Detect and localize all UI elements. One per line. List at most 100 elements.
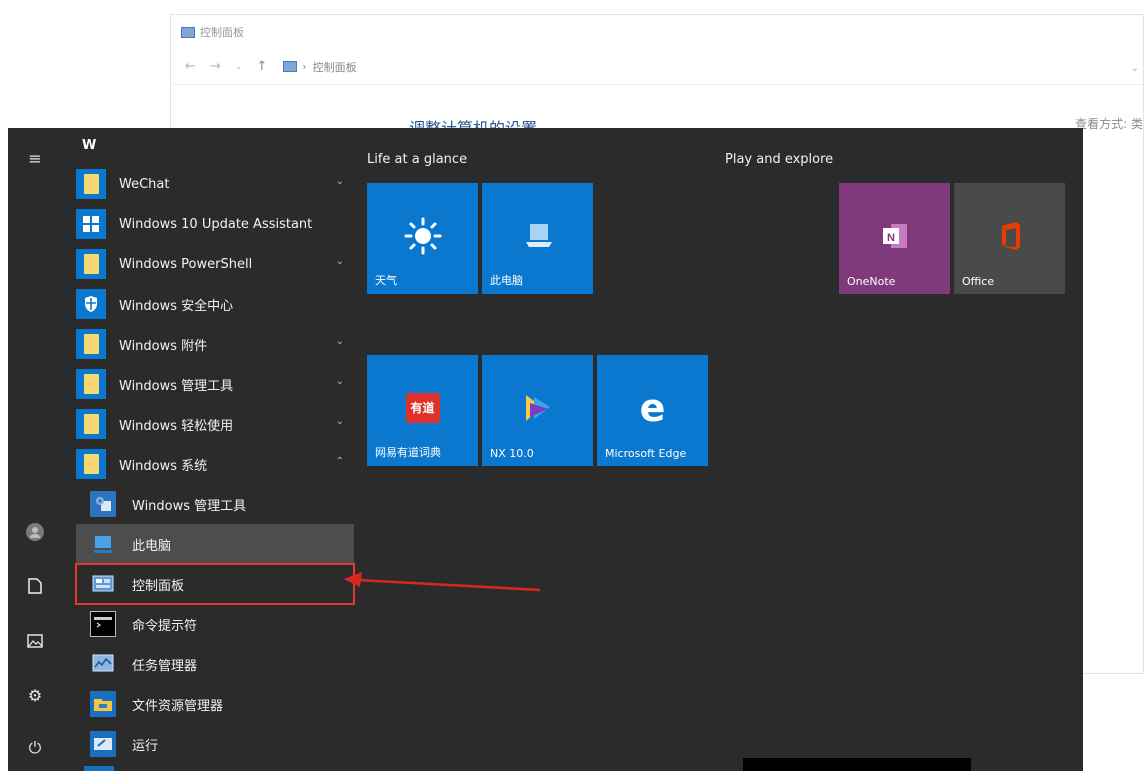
youdao-logo-icon: 有道 [405, 393, 440, 424]
address-bar[interactable]: ← → ⌄ ↑ › 控制面板 [171, 49, 1143, 85]
app-item-file-explorer[interactable]: 文件资源管理器 [76, 684, 354, 724]
app-item-task-manager[interactable]: 任务管理器 [76, 644, 354, 684]
chevron-down-icon[interactable]: ⌄ [336, 416, 344, 427]
app-item-windows-security[interactable]: Windows 安全中心 [76, 284, 354, 324]
tile-label: Microsoft Edge [605, 447, 687, 460]
app-label: Windows 10 Update Assistant [119, 216, 313, 232]
edge-logo-icon: e [639, 386, 666, 431]
app-label: 命令提示符 [132, 618, 198, 634]
nx-logo-icon [525, 395, 550, 422]
up-arrow-icon[interactable]: ↑ [256, 59, 267, 74]
next-app-icon-partial [84, 766, 114, 771]
app-item-windows-accessories[interactable]: Windows 附件 ⌄ [76, 324, 354, 364]
folder-icon [76, 169, 106, 199]
app-item-wechat[interactable]: WeChat ⌄ [76, 164, 354, 204]
app-label: Windows 系统 [119, 458, 208, 474]
app-item-control-panel[interactable]: 控制面板 [75, 563, 355, 605]
tile-label: 此电脑 [490, 274, 523, 287]
letter-header[interactable]: W [82, 138, 96, 153]
admin-tools-icon [90, 491, 116, 517]
tile-onenote[interactable]: N OneNote [839, 183, 950, 294]
app-label: Windows 安全中心 [119, 298, 234, 314]
folder-open-icon [76, 449, 106, 479]
app-label: Windows PowerShell [119, 256, 253, 272]
recent-dropdown-icon[interactable]: ⌄ [235, 62, 243, 72]
app-label: 此电脑 [132, 538, 172, 554]
start-rail: ≡ ⚙ ⏻ [8, 128, 62, 771]
app-label: 控制面板 [132, 578, 185, 594]
tile-label: 网易有道词典 [375, 446, 441, 459]
tile-label: OneNote [847, 275, 896, 288]
file-explorer-icon [90, 691, 116, 717]
tile-nx[interactable]: NX 10.0 [482, 355, 593, 466]
settings-gear-icon[interactable]: ⚙ [22, 683, 48, 709]
app-label: WeChat [119, 176, 170, 192]
app-label: 运行 [132, 738, 159, 754]
app-label: Windows 附件 [119, 338, 208, 354]
tile-label: Office [962, 275, 995, 288]
tile-office[interactable]: Office [954, 183, 1065, 294]
breadcrumb-separator-icon: › [302, 60, 307, 73]
app-label: Windows 轻松使用 [119, 418, 234, 434]
pictures-icon[interactable] [22, 630, 48, 656]
control-panel-icon [181, 26, 195, 38]
folder-icon [76, 329, 106, 359]
folder-icon [76, 249, 106, 279]
svg-text:N: N [887, 232, 895, 244]
chevron-down-icon[interactable]: ⌄ [336, 176, 344, 187]
breadcrumb[interactable]: 控制面板 [313, 59, 357, 75]
run-icon [90, 731, 116, 757]
taskbar-fragment [743, 758, 971, 771]
app-item-windows-system[interactable]: Windows 系统 ⌃ [76, 444, 354, 484]
app-item-windows-ease-of-access[interactable]: Windows 轻松使用 ⌄ [76, 404, 354, 444]
forward-arrow-icon[interactable]: → [210, 59, 221, 74]
command-prompt-icon [90, 611, 116, 637]
app-item-this-pc[interactable]: 此电脑 [76, 524, 354, 564]
user-avatar-icon[interactable] [22, 523, 48, 549]
windows-logo-icon [76, 209, 106, 239]
folder-icon [76, 409, 106, 439]
app-item-windows-update-assistant[interactable]: Windows 10 Update Assistant [76, 204, 354, 244]
documents-icon[interactable] [22, 576, 48, 602]
window-title: 控制面板 [200, 26, 244, 39]
app-item-admin-tools[interactable]: Windows 管理工具 [76, 484, 354, 524]
power-icon[interactable]: ⏻ [22, 735, 48, 761]
control-panel-icon [90, 571, 116, 597]
app-item-windows-admin-tools[interactable]: Windows 管理工具 ⌄ [76, 364, 354, 404]
computer-icon [90, 531, 116, 557]
app-item-run[interactable]: 运行 [76, 724, 354, 764]
app-item-command-prompt[interactable]: 命令提示符 [76, 604, 354, 644]
group-title-play-and-explore[interactable]: Play and explore [725, 152, 833, 167]
start-menu: ≡ ⚙ ⏻ W WeChat ⌄ Windows 10 Update Assis… [8, 128, 1083, 771]
app-label: Windows 管理工具 [132, 498, 247, 514]
shield-icon [76, 289, 106, 319]
hamburger-menu-icon[interactable]: ≡ [22, 146, 48, 172]
onenote-logo-icon: N [882, 224, 907, 249]
task-manager-icon [90, 651, 116, 677]
group-title-life-at-a-glance[interactable]: Life at a glance [367, 152, 467, 167]
window-titlebar: 控制面板 [171, 15, 1143, 49]
view-by-selector[interactable]: 查看方式: 类 [1075, 115, 1143, 132]
sun-icon [404, 217, 441, 255]
app-list: W WeChat ⌄ Windows 10 Update Assistant W… [70, 128, 360, 771]
chevron-up-icon[interactable]: ⌃ [336, 456, 344, 467]
office-logo-icon [1001, 222, 1020, 251]
address-dropdown-icon[interactable]: ⌄ [1131, 63, 1139, 74]
app-label: 任务管理器 [132, 658, 198, 674]
tile-weather[interactable]: 天气 [367, 183, 478, 294]
tile-this-pc[interactable]: 此电脑 [482, 183, 593, 294]
tile-microsoft-edge[interactable]: e Microsoft Edge [597, 355, 708, 466]
app-label: Windows 管理工具 [119, 378, 234, 394]
folder-icon [76, 369, 106, 399]
chevron-down-icon[interactable]: ⌄ [336, 256, 344, 267]
chevron-down-icon[interactable]: ⌄ [336, 376, 344, 387]
back-arrow-icon[interactable]: ← [185, 59, 196, 74]
chevron-down-icon[interactable]: ⌄ [336, 336, 344, 347]
app-label: 文件资源管理器 [132, 698, 224, 714]
address-control-panel-icon [283, 61, 298, 72]
computer-icon [525, 224, 552, 248]
tile-label: 天气 [375, 274, 397, 287]
tile-label: NX 10.0 [490, 447, 534, 460]
tile-youdao-dictionary[interactable]: 有道 网易有道词典 [367, 355, 478, 466]
app-item-windows-powershell[interactable]: Windows PowerShell ⌄ [76, 244, 354, 284]
